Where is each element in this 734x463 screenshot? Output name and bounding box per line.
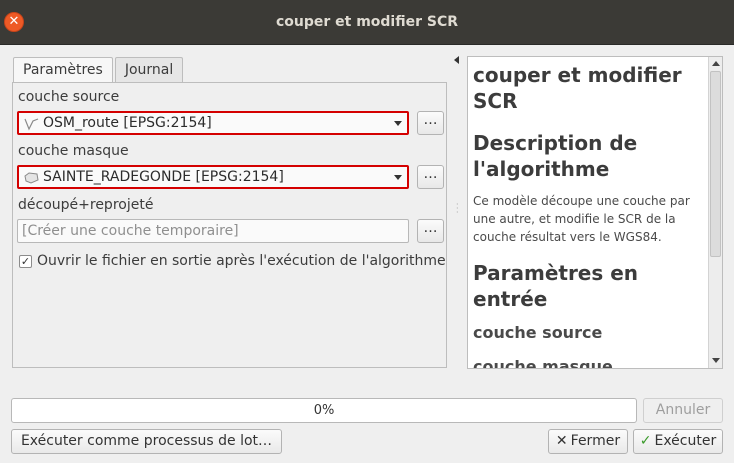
help-input-mask: couche masque — [473, 357, 613, 369]
source-layer-label: couche source — [18, 89, 120, 105]
collapse-help-icon[interactable] — [454, 56, 459, 64]
run-button[interactable]: ✓ Exécuter — [633, 429, 723, 454]
output-placeholder: [Créer une couche temporaire] — [22, 223, 239, 239]
window-title: couper et modifier SCR — [275, 14, 459, 30]
help-scrollbar[interactable] — [708, 57, 722, 368]
output-field[interactable]: [Créer une couche temporaire] — [17, 219, 409, 243]
batch-process-button[interactable]: Exécuter comme processus de lot… — [11, 429, 282, 454]
mask-layer-combo[interactable]: SAINTE_RADEGONDE [EPSG:2154] — [17, 165, 409, 189]
help-description-heading: Description de l'algorithme — [473, 131, 638, 181]
close-x-icon: ✕ — [555, 433, 568, 449]
mask-layer-value: SAINTE_RADEGONDE [EPSG:2154] — [43, 169, 284, 185]
close-button-label: Fermer — [570, 433, 621, 449]
line-layer-icon — [24, 118, 39, 131]
tab-bar: Paramètres Journal — [13, 57, 185, 84]
help-input-source: couche source — [473, 323, 603, 342]
close-button[interactable]: ✕ Fermer — [548, 429, 628, 454]
cancel-button[interactable]: Annuler — [643, 398, 723, 423]
chevron-down-icon — [394, 175, 402, 180]
title-bar: ✕ couper et modifier SCR — [0, 0, 734, 45]
progress-bar: 0% — [11, 398, 637, 423]
mask-layer-browse-button[interactable]: … — [417, 165, 444, 189]
scroll-down-icon[interactable] — [712, 358, 720, 363]
tab-parametres[interactable]: Paramètres — [13, 57, 113, 84]
help-title: couper et modifier SCR — [473, 63, 682, 113]
scroll-thumb[interactable] — [710, 71, 721, 257]
run-button-label: Exécuter — [654, 433, 717, 449]
source-layer-combo[interactable]: OSM_route [EPSG:2154] — [17, 111, 409, 135]
chevron-down-icon — [394, 121, 402, 126]
open-after-label[interactable]: Ouvrir le fichier en sortie après l'exéc… — [37, 253, 446, 269]
tab-journal[interactable]: Journal — [114, 57, 184, 83]
help-description-text: Ce modèle découpe une couche par une aut… — [473, 194, 690, 244]
progress-text: 0% — [313, 403, 335, 418]
source-layer-browse-button[interactable]: … — [417, 111, 444, 135]
help-content: couper et modifier SCR Description de l'… — [473, 59, 705, 369]
output-browse-button[interactable]: … — [417, 219, 444, 243]
mask-layer-label: couche masque — [18, 143, 129, 159]
source-layer-value: OSM_route [EPSG:2154] — [43, 115, 212, 131]
splitter-handle[interactable]: · · · — [456, 201, 459, 217]
help-panel: couper et modifier SCR Description de l'… — [467, 56, 723, 369]
open-after-checkbox[interactable]: ✓ — [19, 255, 32, 268]
polygon-layer-icon — [24, 172, 39, 184]
scroll-up-icon[interactable] — [712, 61, 720, 66]
help-inputs-heading: Paramètres en entrée — [473, 261, 639, 311]
checkmark-icon: ✓ — [639, 433, 652, 449]
output-label: découpé+reprojeté — [18, 197, 154, 213]
